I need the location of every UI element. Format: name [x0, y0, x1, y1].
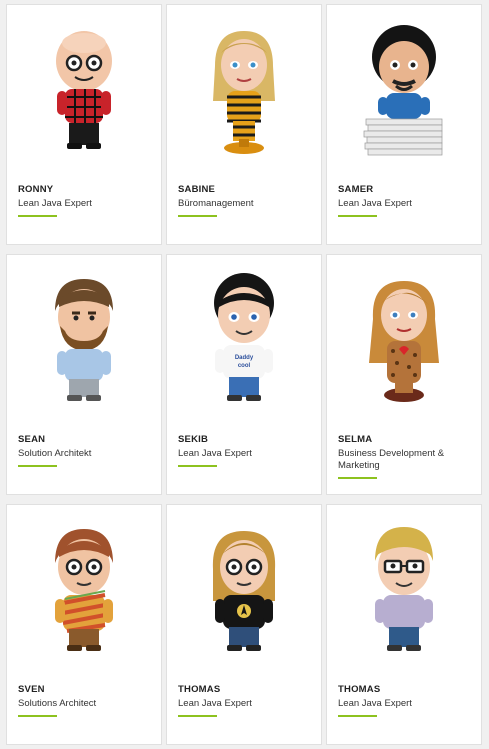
- avatar: [327, 5, 481, 177]
- team-card[interactable]: RONNY Lean Java Expert: [6, 4, 162, 245]
- team-card[interactable]: Daddy cool SEKIB Lean Java Expert: [166, 254, 322, 495]
- member-role: Lean Java Expert: [338, 698, 412, 709]
- team-card[interactable]: SAMER Lean Java Expert: [326, 4, 482, 245]
- member-role: Lean Java Expert: [178, 698, 252, 709]
- member-role: Lean Java Expert: [178, 448, 252, 459]
- accent-underline: [178, 465, 217, 467]
- member-name: RONNY: [18, 184, 54, 195]
- member-role: Lean Java Expert: [18, 198, 92, 209]
- avatar: [327, 255, 481, 427]
- accent-underline: [338, 715, 377, 717]
- accent-underline: [18, 715, 57, 717]
- svg-text:cool: cool: [238, 363, 251, 369]
- member-name: THOMAS: [338, 684, 381, 695]
- member-name: SABINE: [178, 184, 216, 195]
- accent-underline: [18, 215, 57, 217]
- team-grid: RONNY Lean Java Expert SABINE Büromanage…: [6, 4, 482, 745]
- member-name: SEKIB: [178, 434, 209, 445]
- member-name: THOMAS: [178, 684, 221, 695]
- team-card[interactable]: THOMAS Lean Java Expert: [166, 504, 322, 745]
- member-role: Business Development & Marketing: [338, 448, 445, 471]
- svg-text:Daddy: Daddy: [235, 355, 254, 361]
- team-card[interactable]: SELMA Business Development & Marketing: [326, 254, 482, 495]
- member-role: Lean Java Expert: [338, 198, 412, 209]
- team-card[interactable]: SABINE Büromanagement: [166, 4, 322, 245]
- member-role: Solution Architekt: [18, 448, 92, 459]
- avatar: [327, 505, 481, 677]
- avatar: [7, 255, 161, 427]
- member-name: SEAN: [18, 434, 46, 445]
- avatar: [7, 505, 161, 677]
- accent-underline: [338, 215, 377, 217]
- team-card[interactable]: SVEN Solutions Architect: [6, 504, 162, 745]
- member-name: SELMA: [338, 434, 373, 445]
- accent-underline: [178, 215, 217, 217]
- avatar: [167, 5, 321, 177]
- member-name: SVEN: [18, 684, 45, 695]
- avatar: [167, 505, 321, 677]
- avatar: Daddy cool: [167, 255, 321, 427]
- team-card[interactable]: THOMAS Lean Java Expert: [326, 504, 482, 745]
- accent-underline: [338, 477, 377, 479]
- member-role: Büromanagement: [178, 198, 254, 209]
- accent-underline: [178, 715, 217, 717]
- avatar: [7, 5, 161, 177]
- member-role: Solutions Architect: [18, 698, 97, 709]
- member-name: SAMER: [338, 184, 374, 195]
- team-card[interactable]: SEAN Solution Architekt: [6, 254, 162, 495]
- accent-underline: [18, 465, 57, 467]
